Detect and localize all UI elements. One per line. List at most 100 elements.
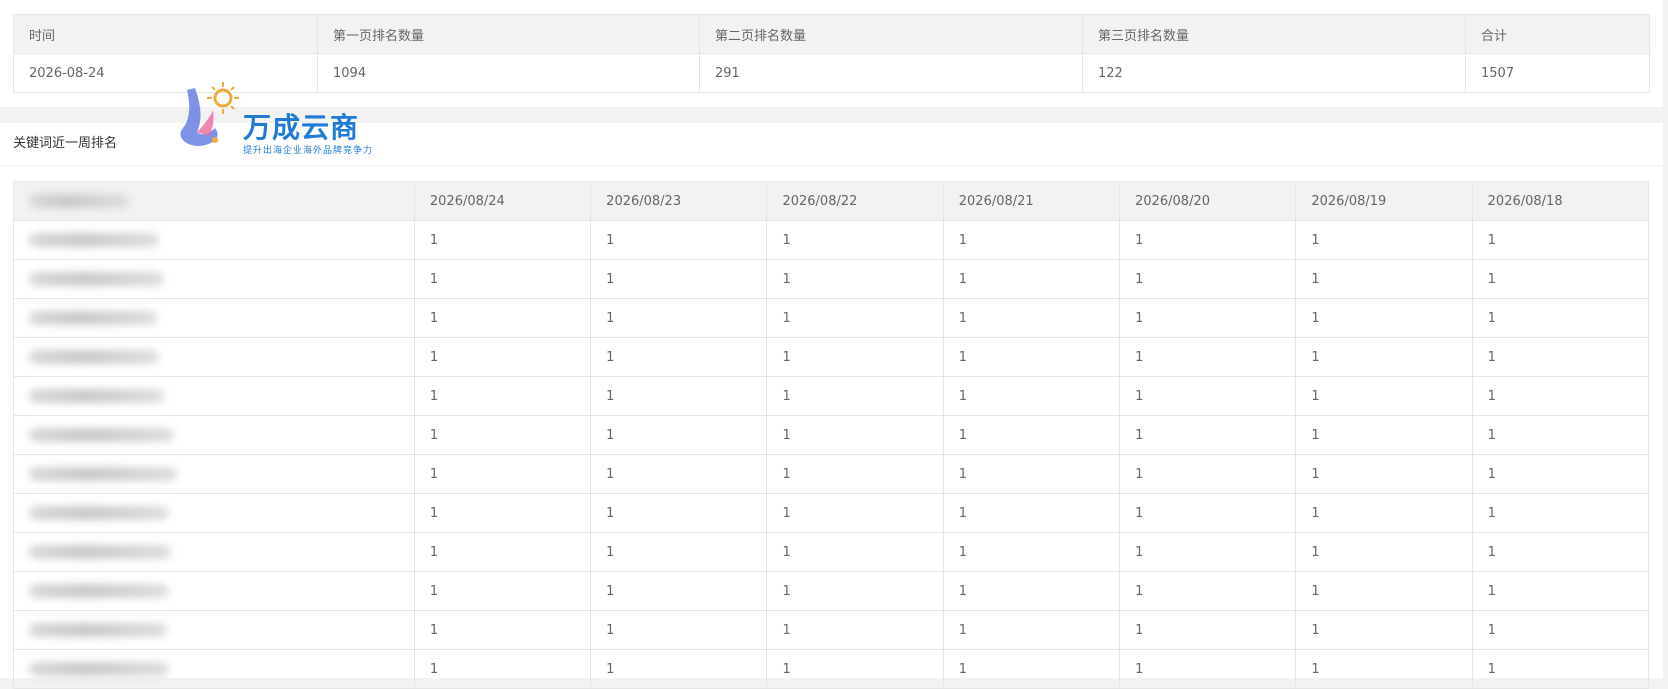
table-row: 1111111	[13, 220, 1650, 260]
summary-cell-total: 1507	[1465, 53, 1650, 93]
rank-cell: 1	[1295, 493, 1473, 533]
weekly-rank-table: 2026/08/24 2026/08/23 2026/08/22 2026/08/21…	[13, 181, 1650, 689]
rank-cell: 1	[413, 493, 592, 533]
keyword-cell	[13, 259, 415, 299]
divider	[0, 165, 1663, 166]
rank-cell: 1	[1471, 610, 1650, 650]
rank-cell: 1	[766, 493, 944, 533]
rank-cell: 1	[1119, 532, 1297, 572]
weekly-header-date: 2026/08/21	[942, 181, 1121, 221]
keyword-cell	[13, 610, 415, 650]
weekly-header-date: 2026/08/23	[590, 181, 768, 221]
rank-cell: 1	[1471, 532, 1650, 572]
blurred-keyword-header	[29, 194, 129, 208]
rank-cell: 1	[590, 649, 768, 689]
rank-cell: 1	[766, 649, 944, 689]
summary-cell-page3: 122	[1082, 53, 1466, 93]
rank-cell: 1	[942, 376, 1121, 416]
blurred-keyword	[29, 467, 177, 481]
rank-cell: 1	[413, 337, 592, 377]
rank-cell: 1	[1295, 220, 1473, 260]
blurred-keyword	[29, 272, 164, 286]
rank-cell: 1	[413, 259, 592, 299]
blurred-keyword	[29, 506, 169, 520]
rank-cell: 1	[766, 259, 944, 299]
rank-cell: 1	[766, 220, 944, 260]
rank-cell: 1	[766, 415, 944, 455]
keyword-cell	[13, 649, 415, 689]
keyword-cell	[13, 337, 415, 377]
rank-cell: 1	[590, 493, 768, 533]
blurred-keyword	[29, 233, 159, 247]
keyword-cell	[13, 298, 415, 338]
rank-cell: 1	[590, 571, 768, 611]
rank-cell: 1	[942, 610, 1121, 650]
rank-cell: 1	[413, 532, 592, 572]
rank-cell: 1	[1471, 649, 1650, 689]
rank-cell: 1	[1295, 376, 1473, 416]
rank-cell: 1	[1471, 220, 1650, 260]
rank-cell: 1	[590, 259, 768, 299]
rank-cell: 1	[1471, 298, 1650, 338]
sun-hand-logo-icon	[180, 82, 239, 146]
blurred-keyword	[29, 311, 157, 325]
rank-cell: 1	[1119, 493, 1297, 533]
keyword-cell	[13, 220, 415, 260]
rank-cell: 1	[413, 610, 592, 650]
rank-cell: 1	[942, 220, 1121, 260]
summary-header-page2: 第二页排名数量	[699, 14, 1083, 54]
table-row: 1111111	[13, 649, 1650, 689]
keyword-cell	[13, 415, 415, 455]
summary-cell-page2: 291	[699, 53, 1083, 93]
summary-header-total: 合计	[1465, 14, 1650, 54]
rank-cell: 1	[413, 220, 592, 260]
rank-cell: 1	[1471, 337, 1650, 377]
rank-cell: 1	[766, 610, 944, 650]
watermark-logo: 万成云商 提升出海企业海外品牌竞争力	[175, 80, 380, 156]
rank-cell: 1	[1295, 610, 1473, 650]
rank-cell: 1	[1295, 337, 1473, 377]
rank-cell: 1	[590, 454, 768, 494]
keyword-cell	[13, 532, 415, 572]
table-row: 1111111	[13, 610, 1650, 650]
blurred-keyword	[29, 389, 164, 403]
rank-cell: 1	[942, 298, 1121, 338]
weekly-header-date: 2026/08/20	[1119, 181, 1297, 221]
table-row: 1111111	[13, 298, 1650, 338]
rank-cell: 1	[590, 376, 768, 416]
weekly-header-date: 2026/08/18	[1471, 181, 1650, 221]
rank-cell: 1	[413, 415, 592, 455]
rank-cell: 1	[942, 454, 1121, 494]
keyword-cell	[13, 493, 415, 533]
table-row: 1111111	[13, 376, 1650, 416]
table-row: 1111111	[13, 532, 1650, 572]
rank-cell: 1	[1119, 571, 1297, 611]
rank-cell: 1	[1295, 649, 1473, 689]
summary-header-page1: 第一页排名数量	[317, 14, 700, 54]
rank-cell: 1	[942, 415, 1121, 455]
weekly-header-date: 2026/08/24	[413, 181, 592, 221]
rank-cell: 1	[1471, 376, 1650, 416]
rank-cell: 1	[1119, 337, 1297, 377]
rank-cell: 1	[1119, 298, 1297, 338]
rank-cell: 1	[1119, 649, 1297, 689]
table-row: 1111111	[13, 493, 1650, 533]
rank-cell: 1	[590, 610, 768, 650]
rank-cell: 1	[1471, 493, 1650, 533]
rank-cell: 1	[413, 454, 592, 494]
blurred-keyword	[29, 350, 159, 364]
rank-cell: 1	[1295, 532, 1473, 572]
rank-cell: 1	[1295, 259, 1473, 299]
table-row: 1111111	[13, 259, 1650, 299]
section-title: 关键词近一周排名	[13, 136, 118, 151]
rank-cell: 1	[942, 493, 1121, 533]
watermark-tagline: 提升出海企业海外品牌竞争力	[243, 146, 374, 156]
rank-cell: 1	[1119, 259, 1297, 299]
rank-cell: 1	[1295, 415, 1473, 455]
rank-cell: 1	[766, 337, 944, 377]
keyword-cell	[13, 454, 415, 494]
rank-cell: 1	[1471, 259, 1650, 299]
weekly-header-keyword	[13, 181, 415, 221]
rank-cell: 1	[590, 337, 768, 377]
blurred-keyword	[29, 545, 171, 559]
